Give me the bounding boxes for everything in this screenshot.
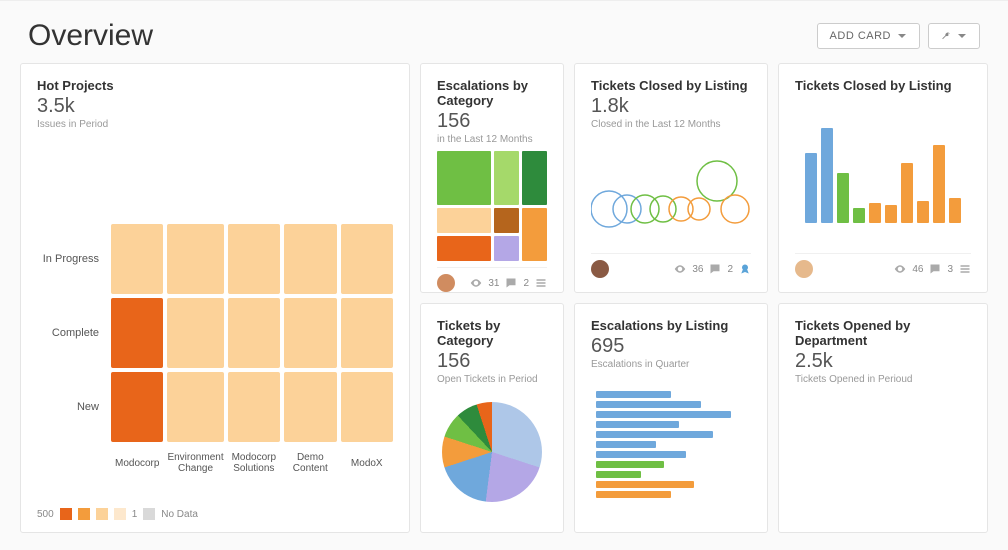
legend-1: 1 (132, 509, 138, 520)
card-escalations-category[interactable]: Escalations by Category 156 in the Last … (420, 63, 564, 293)
comment-icon (929, 263, 941, 275)
avatar (591, 260, 609, 278)
card-tickets-closed-bars[interactable]: Tickets Closed by Listing 46 3 (778, 63, 988, 293)
legend-500: 500 (37, 509, 54, 520)
grouped-bar-chart (795, 402, 971, 502)
header-actions: ADD CARD (817, 23, 980, 49)
settings-button[interactable] (928, 23, 980, 49)
views-count: 46 (912, 264, 923, 275)
comment-icon (709, 263, 721, 275)
list-icon (959, 263, 971, 275)
heatmap-chart: In ProgressCompleteNewModocorpEnvironmen… (37, 224, 393, 520)
card-value: 156 (437, 110, 547, 133)
card-subtitle: in the Last 12 Months (437, 134, 547, 145)
eye-icon (470, 277, 482, 289)
card-hot-projects[interactable]: Hot Projects 3.5k Issues in Period In Pr… (20, 63, 410, 533)
card-footer: 46 3 (795, 253, 971, 278)
card-value: 3.5k (37, 95, 393, 118)
card-value: 1.8k (591, 95, 751, 118)
eye-icon (894, 263, 906, 275)
wrench-icon (941, 31, 951, 41)
views-count: 31 (488, 278, 499, 289)
card-title: Tickets Closed by Listing (795, 78, 971, 93)
avatar (437, 274, 455, 292)
card-tickets-category[interactable]: Tickets by Category 156 Open Tickets in … (420, 303, 564, 533)
card-title: Hot Projects (37, 78, 393, 93)
page-header: Overview ADD CARD (0, 0, 1008, 63)
comments-count: 3 (947, 264, 953, 275)
card-title: Escalations by Listing (591, 318, 751, 333)
card-value: 695 (591, 335, 751, 358)
page-title: Overview (28, 19, 153, 53)
pie-chart (442, 402, 542, 502)
card-subtitle: Open Tickets in Period (437, 374, 547, 385)
card-subtitle: Issues in Period (37, 119, 393, 130)
views-count: 36 (692, 264, 703, 275)
chevron-down-icon (897, 31, 907, 41)
card-value: 156 (437, 350, 547, 373)
avatar (795, 260, 813, 278)
add-card-label: ADD CARD (830, 30, 891, 42)
bubble-chart (591, 147, 751, 237)
heatmap-legend: 500 1 No Data (37, 508, 393, 520)
card-subtitle: Escalations in Quarter (591, 359, 751, 370)
list-icon (535, 277, 547, 289)
card-footer: 36 2 (591, 253, 751, 278)
bar-chart (805, 123, 961, 223)
eye-icon (674, 263, 686, 275)
badge-icon (739, 263, 751, 275)
card-title: Tickets Closed by Listing (591, 78, 751, 93)
card-escalations-listing[interactable]: Escalations by Listing 695 Escalations i… (574, 303, 768, 533)
chevron-down-icon (957, 31, 967, 41)
legend-nodata: No Data (161, 509, 198, 520)
card-footer: 31 2 (437, 267, 547, 292)
card-value: 2.5k (795, 350, 971, 373)
card-title: Tickets by Category (437, 318, 547, 348)
card-title: Escalations by Category (437, 78, 547, 108)
dashboard-grid: Hot Projects 3.5k Issues in Period In Pr… (0, 63, 1008, 550)
card-subtitle: Closed in the Last 12 Months (591, 119, 751, 130)
card-tickets-closed-bubbles[interactable]: Tickets Closed by Listing 1.8k Closed in… (574, 63, 768, 293)
hbar-chart (596, 391, 746, 498)
comment-icon (505, 277, 517, 289)
comments-count: 2 (523, 278, 529, 289)
card-tickets-opened[interactable]: Tickets Opened by Department 2.5k Ticket… (778, 303, 988, 533)
card-subtitle: Tickets Opened in Perioud (795, 374, 971, 385)
card-title: Tickets Opened by Department (795, 318, 971, 348)
comments-count: 2 (727, 264, 733, 275)
treemap-chart (437, 151, 547, 261)
add-card-button[interactable]: ADD CARD (817, 23, 920, 49)
